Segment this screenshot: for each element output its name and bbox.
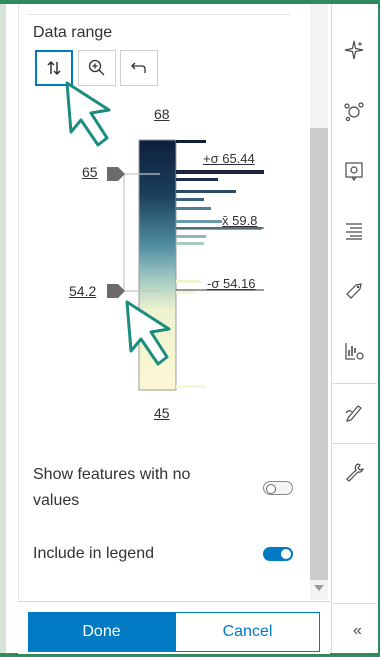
rail-popup-button[interactable] (338, 155, 370, 187)
labels-tag-icon (346, 283, 362, 299)
sketch-pen-icon (345, 405, 362, 422)
rail-tools-button[interactable] (338, 456, 370, 488)
rail-labels-button[interactable] (338, 275, 370, 307)
cursor-arrow-icon (65, 81, 111, 147)
done-button[interactable]: Done (28, 612, 175, 652)
configure-popup-icon (345, 162, 363, 182)
show-no-values-line1: Show features with no (33, 466, 191, 483)
toggle-knob (266, 483, 276, 494)
fields-list-icon (346, 223, 362, 240)
wrench-icon (346, 463, 364, 482)
rail-divider (331, 383, 377, 384)
show-no-values-line2: values (33, 492, 80, 509)
histogram (176, 140, 264, 388)
rail-sketch-button[interactable] (338, 396, 370, 428)
clustering-icon (344, 102, 364, 122)
include-legend-toggle[interactable] (263, 547, 293, 561)
scroll-down-arrow-icon[interactable] (314, 585, 324, 591)
handle-high[interactable] (107, 167, 125, 181)
show-no-values-toggle[interactable] (263, 481, 293, 495)
rail-divider (331, 443, 377, 444)
charts-gear-icon (345, 343, 364, 360)
handle-low[interactable] (107, 284, 125, 298)
show-no-values-label: Show features with no values (33, 462, 190, 514)
include-legend-label: Include in legend (33, 545, 154, 562)
rail-sparkle-button[interactable] (338, 34, 370, 66)
cancel-button[interactable]: Cancel (175, 612, 320, 652)
rail-clustering-button[interactable] (338, 95, 370, 127)
panel-scrollbar-thumb[interactable] (310, 128, 328, 580)
rail-divider (331, 603, 377, 604)
rail-fields-button[interactable] (338, 214, 370, 246)
collapse-rail-button[interactable]: « (353, 622, 362, 640)
rail-charts-button[interactable] (338, 335, 370, 367)
sparkle-icon (344, 40, 364, 60)
toggle-knob (281, 549, 291, 559)
